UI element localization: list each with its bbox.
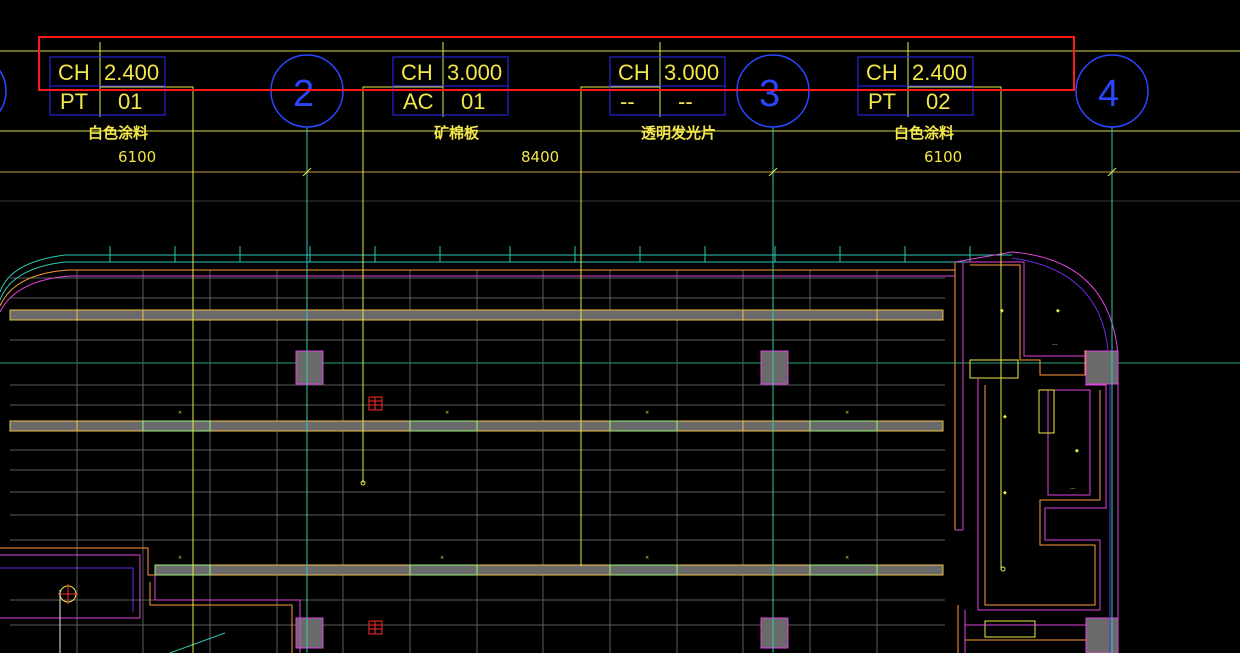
tag-3-value-2: -- bbox=[678, 89, 693, 114]
cad-drawing-canvas[interactable]: × × × × × × × × ◆ ◆◆ ◆◆ ------ 2 3 4 CH … bbox=[0, 0, 1240, 653]
material-label-3: 透明发光片 bbox=[641, 124, 716, 142]
svg-text:×: × bbox=[645, 555, 649, 561]
ceiling-tag-2[interactable]: CH 3.000 AC 01 bbox=[392, 56, 509, 116]
diffuser-marks: × × × × × × × × bbox=[178, 410, 849, 561]
tag-1-code-2: PT bbox=[60, 89, 88, 114]
wall-ticks bbox=[109, 246, 971, 262]
tag-3-value-1: 3.000 bbox=[664, 60, 719, 85]
tag-4-code-1: CH bbox=[866, 60, 898, 85]
tag-2-value-1: 3.000 bbox=[447, 60, 502, 85]
svg-text:×: × bbox=[178, 555, 182, 561]
ceiling-tag-3[interactable]: CH 3.000 -- -- bbox=[609, 56, 726, 116]
service-rooms bbox=[957, 261, 1119, 653]
material-label-2: 矿棉板 bbox=[434, 124, 480, 142]
tag-1-code-1: CH bbox=[58, 60, 90, 85]
svg-text:×: × bbox=[178, 410, 182, 416]
ceiling-tag-1[interactable]: CH 2.400 PT 01 bbox=[49, 56, 166, 116]
svg-text:×: × bbox=[445, 410, 449, 416]
ceiling-tag-4[interactable]: CH 2.400 PT 02 bbox=[857, 56, 974, 116]
svg-text:×: × bbox=[845, 410, 849, 416]
dimension-3: 6100 bbox=[924, 148, 962, 166]
material-label-4: 白色涂料 bbox=[894, 124, 954, 142]
svg-text:◆: ◆ bbox=[1003, 414, 1007, 420]
structural-columns bbox=[295, 350, 1119, 653]
grid-label-3: 3 bbox=[759, 73, 780, 115]
air-diffusers bbox=[142, 420, 878, 576]
grid-label-2: 2 bbox=[293, 73, 314, 115]
tag-3-code-1: CH bbox=[618, 60, 650, 85]
grid-bubble-1-partial bbox=[0, 69, 7, 113]
svg-text:×: × bbox=[645, 410, 649, 416]
tag-3-code-2: -- bbox=[620, 89, 635, 114]
tag-2-code-2: AC bbox=[403, 89, 434, 114]
tag-1-value-2: 01 bbox=[118, 89, 142, 114]
tag-4-code-2: PT bbox=[868, 89, 896, 114]
tag-4-value-1: 2.400 bbox=[912, 60, 967, 85]
dimension-2: 8400 bbox=[521, 148, 559, 166]
tag-4-value-2: 02 bbox=[926, 89, 950, 114]
svg-text:◆: ◆ bbox=[1056, 308, 1060, 314]
svg-text:◆: ◆ bbox=[1003, 490, 1007, 496]
svg-text:×: × bbox=[440, 555, 444, 561]
grid-label-4: 4 bbox=[1098, 73, 1119, 115]
tag-2-value-2: 01 bbox=[461, 89, 485, 114]
room-walls bbox=[0, 251, 1119, 531]
tag-1-value-1: 2.400 bbox=[104, 60, 159, 85]
material-label-1: 白色涂料 bbox=[88, 124, 148, 142]
svg-text:---: --- bbox=[1070, 486, 1076, 492]
dimension-1: 6100 bbox=[118, 148, 156, 166]
svg-text:×: × bbox=[845, 555, 849, 561]
svg-text:◆: ◆ bbox=[1075, 448, 1079, 454]
tag-2-code-1: CH bbox=[401, 60, 433, 85]
tag-stems bbox=[99, 42, 909, 117]
svg-text:---: --- bbox=[1052, 342, 1058, 348]
